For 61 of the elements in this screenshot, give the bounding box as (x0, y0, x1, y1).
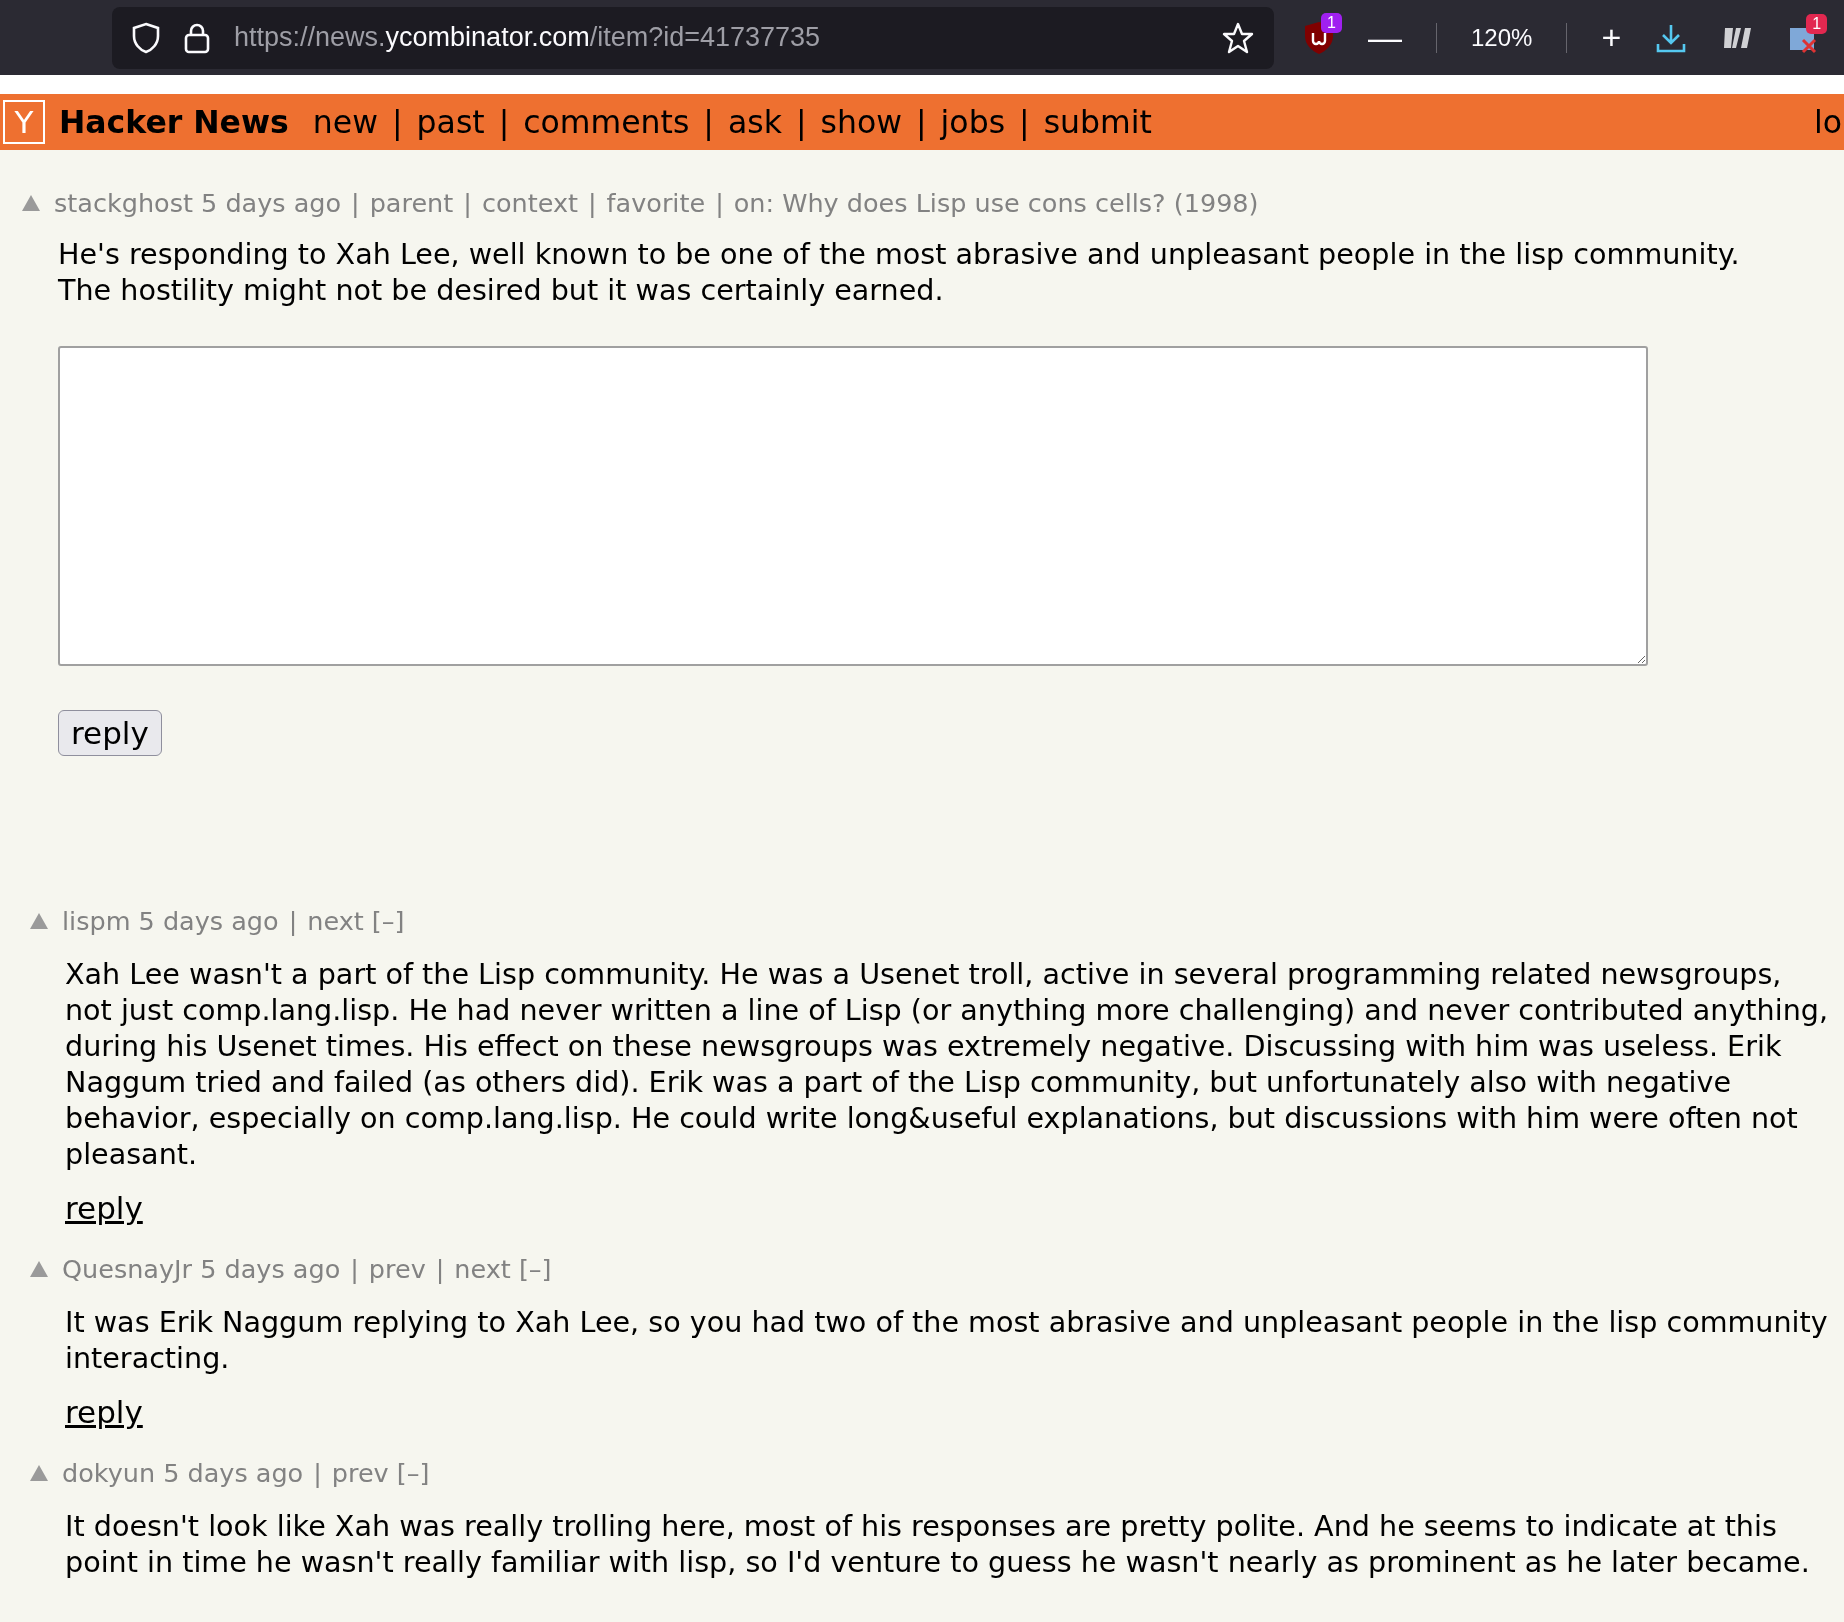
separator: | (498, 104, 510, 140)
reply-link[interactable]: reply (65, 1190, 143, 1226)
age-link[interactable]: 5 days ago (201, 188, 342, 218)
address-bar[interactable]: https://news.ycombinator.com/item?id=41737735 (112, 6, 1274, 69)
separator: | (703, 104, 714, 140)
age-link[interactable]: 5 days ago (163, 1458, 304, 1488)
upvote-icon[interactable] (30, 1465, 48, 1481)
zoom-in-button[interactable]: + (1601, 18, 1622, 57)
separator: | (313, 1458, 322, 1488)
separator: | (351, 188, 360, 218)
reply-field[interactable] (58, 346, 1648, 666)
username-link[interactable]: QuesnayJr (62, 1254, 193, 1284)
meta-link[interactable]: prev [–] (331, 1458, 430, 1488)
separator: | (391, 104, 403, 140)
age-link[interactable]: 5 days ago (138, 906, 279, 936)
url-text[interactable]: https://news.ycombinator.com/item?id=41737735 (234, 22, 1198, 53)
comment-text: Xah Lee wasn't a part of the Lisp community. He was a Usenet troll, active in several programming related newsgroups, not just comp.lang.lisp. He had never written a line of Lisp (or anything more challenging) and never contributed anything, during his Usenet times. His effect on these newsgroups was extremely negative. Discussing with him was useless. Erik Naggum tried and failed (as others did). Erik was a part of the Lisp community, but unfortunately also with negative behavior, especially on comp.lang.lisp. He could write long&useful explanations, but discussions with him were often not pleasant. (65, 956, 1829, 1172)
comment-text: It doesn't look like Xah was really trolling here, most of his responses are pretty polite. And he seems to indicate at this point in time he wasn't really familiar with lisp, so I'd venture to guess he wasn't nearly as prominent as he later became. (65, 1508, 1811, 1580)
meta-link[interactable]: on: Why does Lisp use cons cells? (1998) (733, 188, 1259, 218)
login-link[interactable]: lo (1813, 104, 1842, 140)
separator: | (916, 104, 927, 140)
separator: | (795, 104, 807, 140)
meta-link[interactable]: next [–] (454, 1254, 552, 1284)
separator: | (1019, 104, 1030, 140)
reply-link[interactable]: reply (65, 1394, 143, 1430)
nav-link[interactable]: jobs (940, 104, 1006, 140)
separator: | (350, 1254, 359, 1284)
nav-link[interactable]: submit (1043, 104, 1152, 140)
meta-link[interactable]: parent (369, 188, 454, 218)
reply-button[interactable]: reply (58, 710, 162, 756)
separator: | (435, 1254, 445, 1284)
separator: | (588, 188, 597, 218)
lock-icon[interactable] (184, 21, 210, 54)
upvote-icon[interactable] (30, 1261, 48, 1277)
notification-badge: 1 (1321, 12, 1342, 33)
nav-link[interactable]: show (820, 104, 902, 140)
shield-icon[interactable] (132, 21, 160, 54)
username-link[interactable]: dokyun (62, 1458, 156, 1488)
separator: | (463, 188, 472, 218)
upvote-icon[interactable] (30, 913, 48, 929)
meta-link[interactable]: favorite (606, 188, 706, 218)
nav-link[interactable]: new (312, 104, 378, 140)
meta-link[interactable]: context (481, 188, 578, 218)
star-icon[interactable] (1222, 21, 1254, 54)
nav-link[interactable]: past (416, 104, 485, 140)
username-link[interactable]: lispm (62, 906, 131, 936)
age-link[interactable]: 5 days ago (200, 1254, 341, 1284)
zoom-level[interactable]: 120% (1471, 23, 1533, 52)
comment-text: He's responding to Xah Lee, well known to be one of the most abrasive and unpleasant people in the lisp community. The hostility might not be desired but it was certainly earned. (58, 236, 1741, 308)
meta-link[interactable]: next [–] (307, 906, 405, 936)
nav-link[interactable]: ask (727, 104, 782, 140)
zoom-out-button[interactable]: — (1368, 18, 1402, 57)
comment-text: It was Erik Naggum replying to Xah Lee, so you had two of the most abrasive and unpleasant people in the lisp community interacting. (65, 1304, 1829, 1376)
notification-badge: 1 (1806, 13, 1828, 34)
username-link[interactable]: stackghost (54, 188, 193, 218)
meta-link[interactable]: prev (368, 1254, 426, 1284)
separator: | (715, 188, 724, 218)
site-name[interactable]: Hacker News (59, 104, 289, 140)
separator: | (288, 906, 298, 936)
nav-link[interactable]: comments (523, 104, 690, 140)
upvote-icon[interactable] (22, 195, 40, 211)
